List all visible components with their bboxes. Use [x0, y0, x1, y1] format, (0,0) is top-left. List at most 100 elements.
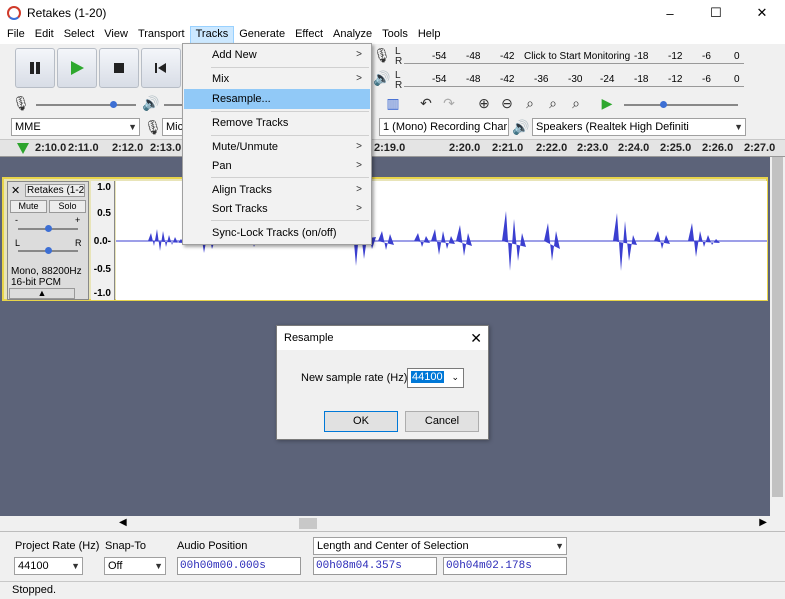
snap-to-value: Off: [108, 560, 123, 572]
skip-to-start-button[interactable]: [141, 48, 181, 88]
selection-length-field[interactable]: 00h08m04.357s: [313, 557, 437, 575]
mute-button[interactable]: Mute: [10, 200, 47, 213]
scroll-right-icon[interactable]: ▶: [759, 517, 767, 528]
timeline-tick: 2:13.0: [150, 142, 182, 154]
solo-button[interactable]: Solo: [49, 200, 86, 213]
mic-volume-icon: 🎙: [12, 94, 30, 111]
audio-host-select[interactable]: MME ▼: [11, 118, 140, 136]
menu-sort-tracks[interactable]: Sort Tracks >: [184, 199, 370, 219]
menu-resample[interactable]: Resample...: [184, 89, 370, 109]
menu-view[interactable]: View: [99, 26, 133, 44]
menu-separator: [211, 220, 369, 221]
project-rate-select[interactable]: 44100 ▼: [14, 557, 83, 575]
maximize-button[interactable]: ☐: [693, 0, 739, 26]
audio-position-field[interactable]: 00h00m00.000s: [177, 557, 301, 575]
horizontal-scrollbar[interactable]: ◀ ▶: [116, 516, 770, 531]
timeline-tick: 2:23.0: [577, 142, 609, 154]
play-head-icon[interactable]: [17, 143, 29, 154]
resample-dialog: Resample ✕ New sample rate (Hz): 44100 ⌄…: [276, 325, 489, 440]
click-to-start-monitoring[interactable]: Click to Start Monitoring: [524, 51, 630, 62]
selection-center-field[interactable]: 00h04m02.178s: [443, 557, 567, 575]
zoom-in-icon[interactable]: ⊕: [475, 94, 493, 112]
recording-volume-thumb[interactable]: [110, 101, 117, 108]
minimize-button[interactable]: –: [647, 0, 693, 26]
stop-button[interactable]: [99, 48, 139, 88]
horizontal-scroll-thumb[interactable]: [299, 518, 317, 529]
sample-rate-value[interactable]: 44100: [411, 371, 444, 383]
sample-rate-combo[interactable]: 44100 ⌄: [407, 368, 464, 388]
zoom-out-icon[interactable]: ⊖: [498, 94, 516, 112]
menu-align-tracks[interactable]: Align Tracks >: [184, 180, 370, 200]
timeline-ruler[interactable]: 2:10.0 2:11.0 2:12.0 2:13.0 2:19.0 2:20.…: [0, 140, 785, 157]
zoom-toggle-icon[interactable]: ⌕: [567, 94, 585, 112]
track-name-menu[interactable]: Retakes (1-2▾: [25, 184, 85, 197]
undo-icon[interactable]: ↶: [417, 94, 435, 112]
track-gain-slider[interactable]: [18, 225, 78, 232]
play-button[interactable]: [57, 48, 97, 88]
menu-separator: [211, 111, 369, 112]
selection-center-value: 00h04m02.178s: [446, 560, 532, 572]
selection-toolbar: Project Rate (Hz) 44100 ▼ Snap-To Off ▼ Au…: [0, 531, 785, 581]
redo-icon[interactable]: ↷: [440, 94, 458, 112]
menu-remove-tracks[interactable]: Remove Tracks: [184, 113, 370, 133]
menu-help[interactable]: Help: [413, 26, 446, 44]
menu-mute-unmute[interactable]: Mute/Unmute >: [184, 137, 370, 157]
menu-transport[interactable]: Transport: [133, 26, 190, 44]
close-button[interactable]: ✕: [739, 0, 785, 26]
timeline-tick: 2:12.0: [112, 142, 144, 154]
chevron-down-icon[interactable]: ⌄: [451, 372, 459, 383]
play-meter-tick: -42: [500, 74, 515, 85]
menu-effect[interactable]: Effect: [290, 26, 328, 44]
scroll-left-icon[interactable]: ◀: [119, 517, 127, 528]
trim-audio-icon[interactable]: ▥: [384, 94, 402, 112]
timeline-tick: 2:25.0: [660, 142, 692, 154]
play-at-speed-thumb[interactable]: [660, 101, 667, 108]
menu-mix[interactable]: Mix >: [184, 69, 370, 89]
menu-pan[interactable]: Pan >: [184, 156, 370, 176]
menu-tracks[interactable]: Tracks: [189, 26, 235, 44]
snap-to-select[interactable]: Off ▼: [104, 557, 166, 575]
menu-select[interactable]: Select: [59, 26, 100, 44]
menu-generate[interactable]: Generate: [234, 26, 290, 44]
play-at-speed-icon[interactable]: ▶: [598, 94, 616, 112]
menu-item-label: Add New: [212, 49, 257, 61]
track-pan-thumb[interactable]: [45, 247, 52, 254]
record-meter-mic-icon[interactable]: 🎙: [373, 46, 391, 64]
gain-plus-label: +: [75, 215, 81, 225]
fit-selection-icon[interactable]: ⌕: [521, 94, 539, 112]
dialog-close-icon[interactable]: ✕: [470, 326, 482, 350]
collapse-track-button[interactable]: ▲: [9, 288, 75, 299]
menu-tools[interactable]: Tools: [377, 26, 413, 44]
menu-analyze[interactable]: Analyze: [328, 26, 377, 44]
menu-edit[interactable]: Edit: [30, 26, 59, 44]
menu-item-label: Sync-Lock Tracks (on/off): [212, 227, 337, 239]
play-meter-speaker-icon[interactable]: 🔊: [373, 69, 391, 87]
recording-device-select[interactable]: Mic: [162, 118, 184, 136]
recording-volume-slider[interactable]: [36, 101, 136, 108]
track-control-panel[interactable]: ✕ Retakes (1-2▾ Mute Solo - + L R Mono, …: [7, 181, 89, 300]
vertical-scrollbar[interactable]: [770, 157, 785, 516]
recording-channels-select[interactable]: 1 (Mono) Recording Char: [379, 118, 509, 136]
selection-mode-select[interactable]: Length and Center of Selection ▼: [313, 537, 567, 555]
play-meter-tick: 0: [734, 74, 740, 85]
cancel-button[interactable]: Cancel: [405, 411, 479, 432]
timeline-tick: 2:21.0: [492, 142, 524, 154]
ok-button[interactable]: OK: [324, 411, 398, 432]
menu-sync-lock-tracks[interactable]: Sync-Lock Tracks (on/off): [184, 223, 370, 243]
fit-project-icon[interactable]: ⌕: [544, 94, 562, 112]
record-meter[interactable]: -54 -48 -42 Click to Start Monitoring -1…: [404, 46, 744, 64]
pause-icon: [30, 62, 40, 74]
vertical-scroll-thumb[interactable]: [772, 157, 783, 497]
track-gain-thumb[interactable]: [45, 225, 52, 232]
play-meter[interactable]: -54 -48 -42 -36 -30 -24 -18 -12 -6 0: [404, 69, 744, 87]
track-pan-slider[interactable]: [18, 247, 78, 254]
playback-device-select[interactable]: Speakers (Realtek High Definiti ▼: [532, 118, 746, 136]
play-at-speed-slider[interactable]: [624, 101, 738, 108]
playback-device-speaker-icon: 🔊: [512, 118, 530, 135]
track-close-icon[interactable]: ✕: [11, 184, 20, 197]
menu-add-new[interactable]: Add New >: [184, 45, 370, 65]
amplitude-scale[interactable]: 1.0 0.5 0.0- -0.5 -1.0: [91, 181, 115, 300]
audio-track[interactable]: ✕ Retakes (1-2▾ Mute Solo - + L R Mono, …: [2, 177, 768, 301]
pause-button[interactable]: [15, 48, 55, 88]
menu-file[interactable]: File: [2, 26, 30, 44]
